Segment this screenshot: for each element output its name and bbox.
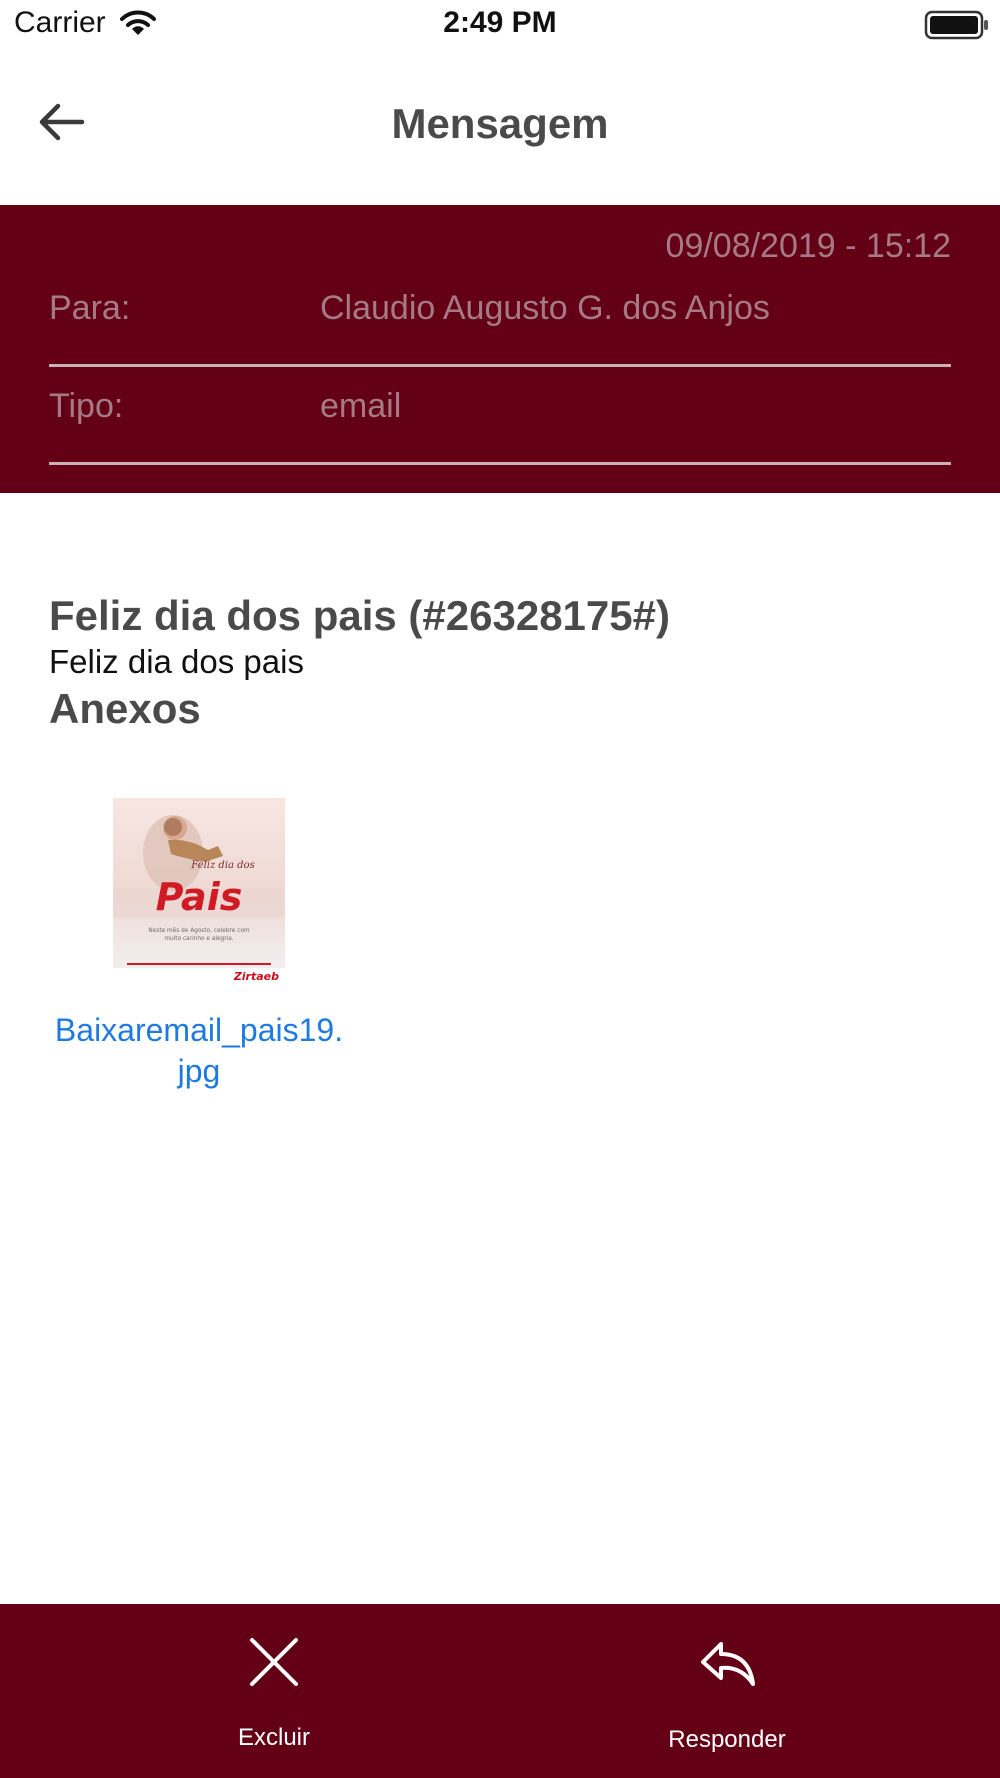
attachments-heading: Anexos — [49, 685, 201, 732]
page-title: Mensagem — [391, 100, 609, 147]
divider — [49, 462, 951, 465]
message-body: Feliz dia dos pais — [49, 643, 304, 680]
attachment-filename-line2[interactable]: jpg — [49, 1051, 349, 1092]
delete-label: Excluir — [237, 1724, 310, 1751]
close-icon — [244, 1632, 304, 1697]
thumbnail-brand-logo: Zirtaeb — [233, 970, 279, 982]
battery-icon — [924, 10, 990, 45]
reply-button[interactable]: Responder — [617, 1604, 837, 1778]
type-row: Tipo: email — [49, 367, 951, 465]
reply-label: Responder — [668, 1726, 786, 1753]
recipient-label: Para: — [49, 289, 131, 327]
attachment-filename-line1[interactable]: Baixaremail_pais19. — [49, 1010, 349, 1051]
attachment-thumbnail[interactable]: Feliz dia dos Pais Neste mês de Agosto, … — [113, 798, 285, 983]
thumbnail-title-text: Pais — [156, 875, 243, 919]
clock-time: 2:49 PM — [443, 6, 557, 39]
message-date: 09/08/2019 - 15:12 — [665, 227, 951, 265]
thumbnail-script-text: Feliz dia dos — [190, 860, 254, 871]
type-label: Tipo: — [49, 387, 124, 425]
recipient-row: Para: Claudio Augusto G. dos Anjos — [49, 269, 951, 367]
reply-icon — [697, 1632, 761, 1697]
status-bar: Carrier 2:49 PM — [0, 0, 1000, 50]
recipient-value: Claudio Augusto G. dos Anjos — [320, 289, 770, 327]
message-header: 09/08/2019 - 15:12 Para: Claudio Augusto… — [0, 205, 1000, 493]
attachment-filename-link[interactable]: Baixaremail_pais19. jpg — [49, 1010, 349, 1092]
message-subject: Feliz dia dos pais (#26328175#) — [49, 592, 670, 639]
delete-button[interactable]: Excluir — [164, 1604, 384, 1778]
thumbnail-caption-line1: Neste mês de Agosto, celebre com — [148, 927, 249, 934]
navigation-bar: Mensagem — [0, 50, 1000, 205]
thumbnail-caption-line2: muito carinho e alegria. — [164, 936, 233, 942]
bottom-action-bar: Excluir Responder — [0, 1604, 1000, 1778]
type-value: email — [320, 387, 402, 425]
message-content: Feliz dia dos pais (#26328175#) Feliz di… — [49, 590, 951, 736]
